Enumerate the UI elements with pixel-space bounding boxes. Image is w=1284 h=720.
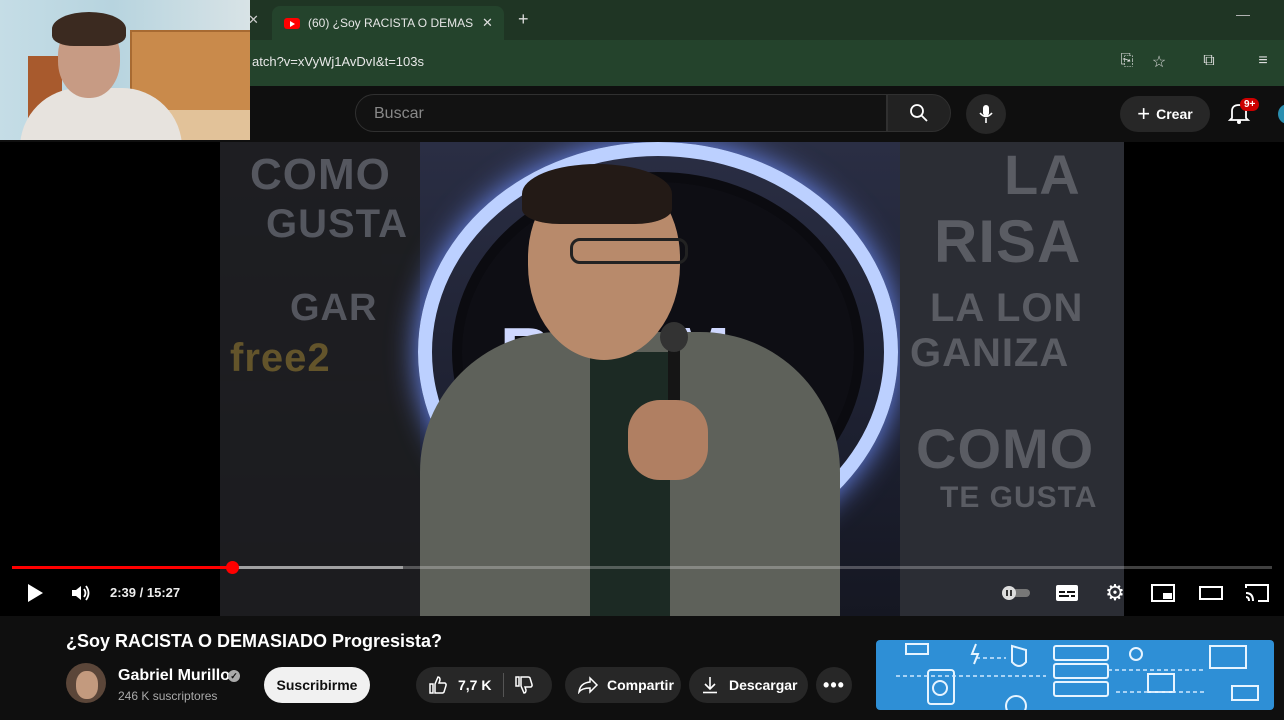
tab-title: (60) ¿Soy RACISTA O DEMASIADO Progresist…: [308, 16, 474, 30]
poster-text: GAR: [290, 287, 378, 329]
create-button[interactable]: + Crear: [1120, 96, 1210, 132]
thumbs-down-icon: [515, 676, 534, 694]
create-label: Crear: [1156, 106, 1193, 122]
network-diagram-graphic: [896, 643, 1259, 710]
volume-icon: [72, 585, 90, 601]
share-button[interactable]: Compartir: [565, 667, 681, 703]
progress-played: [12, 566, 233, 569]
poster-text: GUSTA: [266, 202, 409, 246]
browser-tab-active[interactable]: (60) ¿Soy RACISTA O DEMASIADO Progresist…: [272, 6, 504, 40]
voice-search-button[interactable]: [966, 94, 1006, 134]
subtitles-button[interactable]: [1052, 580, 1082, 606]
download-label: Descargar: [729, 677, 798, 693]
window-minimize-button[interactable]: —: [1236, 6, 1250, 22]
thumbs-up-icon: [429, 676, 447, 694]
share-arrow-icon: [578, 676, 599, 694]
comedian-glasses: [570, 238, 688, 264]
miniplayer-button[interactable]: [1148, 580, 1178, 606]
time-display: 2:39 / 15:27: [110, 585, 181, 600]
more-dots-icon: •••: [823, 674, 845, 695]
search-button[interactable]: [887, 94, 951, 132]
play-icon: [28, 584, 43, 602]
settings-gear-icon[interactable]: ⚙: [1100, 580, 1130, 606]
channel-name[interactable]: Gabriel Murillo: [118, 667, 230, 685]
install-app-icon[interactable]: ⎘: [1116, 52, 1138, 70]
dislike-button[interactable]: [514, 675, 534, 695]
stage-microphone: [660, 322, 688, 352]
subscribe-button[interactable]: Suscribirme: [264, 667, 370, 703]
microphone-icon: [979, 105, 993, 123]
plus-icon: +: [1137, 101, 1151, 126]
tab-close-icon[interactable]: ✕: [482, 15, 493, 31]
poster-text: TE GUSTA: [940, 481, 1098, 514]
right-poster: LA RISA LA LON GANIZA COMO TE GUSTA: [900, 142, 1124, 616]
cast-icon: [1245, 584, 1269, 602]
autoplay-toggle[interactable]: [1000, 580, 1032, 606]
comedian-shirt: [590, 352, 670, 616]
new-tab-button[interactable]: +: [518, 9, 529, 30]
comedian-hair: [522, 164, 672, 224]
autoplay-toggle-icon: [1002, 586, 1030, 600]
poster-text: COMO: [250, 150, 391, 199]
video-frame[interactable]: COMO GUSTA GAR free2 ROOM LA RISA LA LON…: [0, 142, 1284, 616]
share-label: Compartir: [607, 677, 674, 693]
video-title: ¿Soy RACISTA O DEMASIADO Progresista?: [66, 631, 443, 651]
download-button[interactable]: Descargar: [689, 667, 808, 703]
promo-thumbnail[interactable]: [876, 640, 1274, 710]
poster-text: LA: [1004, 143, 1081, 206]
subscriber-count: 246 K suscriptores: [118, 689, 218, 703]
subtitles-icon: [1056, 585, 1078, 601]
like-dislike-group: 7,7 K: [416, 667, 552, 703]
left-poster: COMO GUSTA GAR free2: [220, 142, 420, 616]
verified-check-icon: ✓: [228, 670, 240, 682]
search-box: [355, 94, 887, 132]
volume-button[interactable]: [66, 580, 96, 606]
like-count: 7,7 K: [458, 677, 492, 693]
cast-button[interactable]: [1242, 580, 1272, 606]
comedian-hand: [628, 400, 708, 480]
play-button[interactable]: [20, 580, 50, 606]
progress-scrubber-handle[interactable]: [226, 561, 239, 574]
theater-mode-icon: [1199, 586, 1223, 600]
webcam-person-hair: [52, 12, 126, 46]
bookmark-star-icon[interactable]: ☆: [1148, 52, 1170, 72]
like-divider: [503, 673, 505, 697]
poster-text: GANIZA: [910, 331, 1070, 375]
search-input[interactable]: [372, 104, 856, 124]
poster-text: COMO: [916, 417, 1095, 480]
download-icon: [703, 677, 717, 694]
poster-text: LA LON: [930, 286, 1084, 330]
poster-text: RISA: [934, 208, 1082, 275]
channel-avatar[interactable]: [66, 663, 106, 703]
poster-text: free2: [230, 336, 331, 380]
more-actions-button[interactable]: •••: [816, 667, 852, 703]
theater-mode-button[interactable]: [1196, 580, 1226, 606]
webcam-overlay: [0, 0, 250, 140]
youtube-favicon-icon: [284, 17, 300, 29]
extensions-icon[interactable]: ⧉: [1198, 52, 1220, 70]
url-field[interactable]: atch?v=xVyWj1AvDvI&t=103s: [252, 54, 424, 69]
miniplayer-icon: [1151, 584, 1175, 602]
notification-count-badge: 9+: [1240, 98, 1260, 111]
like-button[interactable]: 7,7 K: [428, 675, 491, 695]
search-icon: [910, 104, 928, 122]
media-controls-icon[interactable]: ≡: [1252, 52, 1274, 70]
